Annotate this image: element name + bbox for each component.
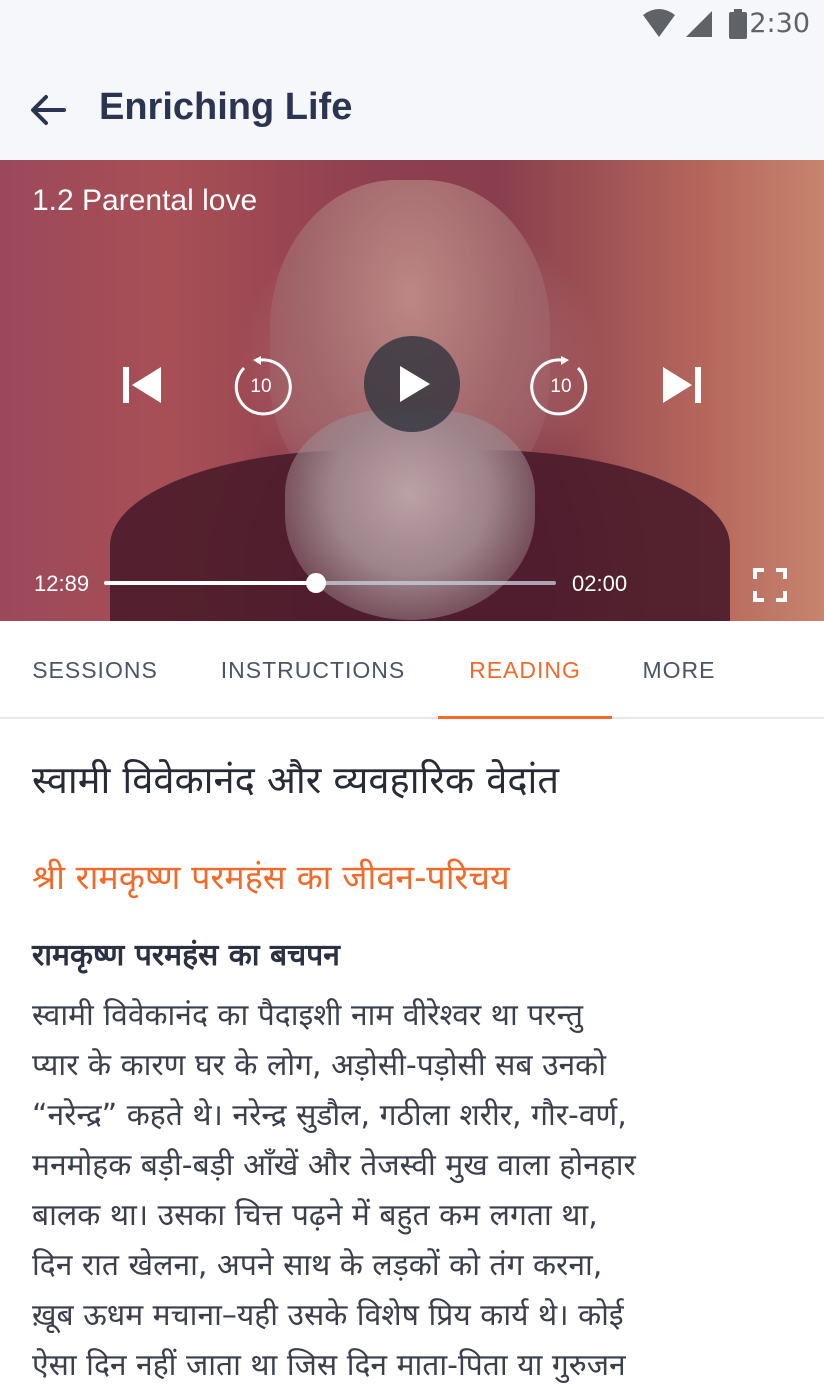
skip-previous-icon [123, 367, 161, 403]
replay-10-button[interactable]: 10 [230, 356, 292, 418]
paragraph-line: प्यार के कारण घर के लोग, अड़ोसी-पड़ोसी स… [32, 1048, 606, 1083]
media-player[interactable]: 1.2 Parental love 10 10 12:89 02:00 [0, 160, 824, 621]
fullscreen-icon [753, 568, 787, 602]
wifi-icon [643, 9, 675, 37]
seek-progress [104, 581, 317, 585]
play-icon [400, 366, 430, 402]
app-bar: Enriching Life [0, 48, 824, 160]
arrow-left-icon [31, 95, 66, 125]
page-title: Enriching Life [99, 86, 353, 128]
skip-next-button[interactable] [660, 365, 704, 405]
paragraph-line: ख़ूब ऊधम मचाना–यही उसके विशेष प्रिय कार्… [32, 1298, 624, 1333]
signal-icon [686, 11, 712, 37]
back-button[interactable] [28, 90, 68, 130]
skip-previous-button[interactable] [120, 365, 164, 405]
tab-reading[interactable]: READING [438, 621, 612, 719]
status-bar: 12:30 [0, 0, 824, 48]
status-time: 12:30 [732, 8, 810, 39]
active-tab-indicator [438, 716, 612, 719]
paragraph-line: “नरेन्द्र” कहते थे। नरेन्द्र सुडौल, गठील… [32, 1098, 627, 1133]
tab-sessions[interactable]: SESSIONS [14, 621, 176, 719]
paragraph-line: दिन रात खेलना, अपने साथ के लड़कों को तंग… [32, 1248, 603, 1283]
tab-more[interactable]: MORE [626, 621, 732, 719]
play-button[interactable] [364, 336, 460, 432]
tab-instructions[interactable]: INSTRUCTIONS [200, 621, 426, 719]
section-heading: रामकृष्ण परमहंस का बचपन [32, 938, 340, 973]
fullscreen-button[interactable] [752, 567, 788, 603]
reading-subtitle: श्री रामकृष्ण परमहंस का जीवन-परिचय [32, 858, 510, 898]
forward-10-button[interactable]: 10 [530, 356, 592, 418]
session-title: 1.2 Parental love [32, 184, 258, 217]
tab-bar: SESSIONS INSTRUCTIONS READING MORE [0, 621, 824, 719]
paragraph-line: मनमोहक बड़ी-बड़ी आँखें और तेजस्वी मुख वा… [32, 1148, 636, 1183]
paragraph-line: ऐसा दिन नहीं जाता था जिस दिन माता-पिता य… [32, 1348, 626, 1383]
elapsed-time: 12:89 [34, 571, 90, 596]
total-time: 02:00 [572, 571, 628, 596]
reading-paragraph: स्वामी विवेकानंद का पैदाइशी नाम वीरेश्वर… [32, 991, 802, 1391]
replay-seconds-label: 10 [250, 376, 272, 397]
seek-bar[interactable] [104, 573, 556, 593]
paragraph-line: बालक था। उसका चित्त पढ़ने में बहुत कम लग… [32, 1198, 598, 1233]
reading-title: स्वामी विवेकानंद और व्यवहारिक वेदांत [32, 758, 560, 802]
skip-next-icon [663, 367, 701, 403]
paragraph-line: स्वामी विवेकानंद का पैदाइशी नाम वीरेश्वर… [32, 998, 583, 1033]
forward-seconds-label: 10 [550, 376, 572, 397]
